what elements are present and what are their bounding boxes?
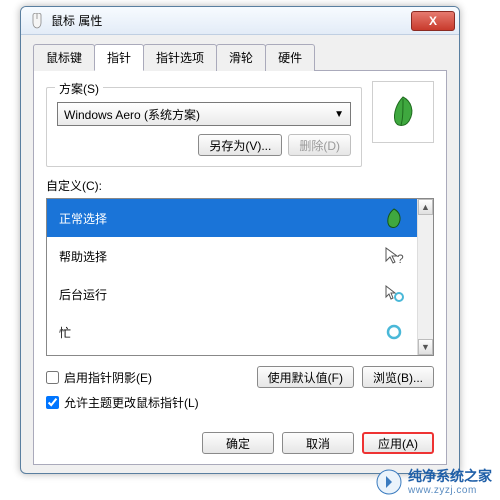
ok-button[interactable]: 确定 — [202, 432, 274, 454]
options-area: 启用指针阴影(E) 使用默认值(F) 浏览(B)... 允许主题更改鼠标指针(L… — [46, 366, 434, 411]
titlebar: 鼠标 属性 X — [21, 7, 459, 35]
use-defaults-button[interactable]: 使用默认值(F) — [257, 366, 354, 388]
tab-strip: 鼠标键 指针 指针选项 滑轮 硬件 — [33, 43, 447, 71]
cursor-listbox[interactable]: 正常选择 帮助选择 ? 后台运行 — [46, 198, 434, 356]
theme-checkbox[interactable]: 允许主题更改鼠标指针(L) — [46, 394, 434, 411]
scheme-select[interactable]: Windows Aero (系统方案) ▼ — [57, 102, 351, 126]
list-item-label: 忙 — [59, 324, 71, 341]
leaf-cursor-icon — [389, 95, 417, 129]
apply-button[interactable]: 应用(A) — [362, 432, 434, 454]
scheme-group-label: 方案(S) — [55, 80, 103, 97]
scheme-row: 方案(S) Windows Aero (系统方案) ▼ 另存为(V)... 删除… — [46, 81, 434, 167]
delete-button: 删除(D) — [288, 134, 351, 156]
theme-checkbox-label: 允许主题更改鼠标指针(L) — [64, 394, 199, 411]
tab-hardware[interactable]: 硬件 — [265, 44, 315, 71]
mouse-icon — [29, 13, 45, 29]
leaf-cursor-icon — [383, 207, 405, 229]
save-as-button[interactable]: 另存为(V)... — [198, 134, 282, 156]
scroll-up-button[interactable]: ▲ — [418, 199, 433, 215]
cursor-preview — [372, 81, 434, 143]
scheme-group: 方案(S) Windows Aero (系统方案) ▼ 另存为(V)... 删除… — [46, 87, 362, 167]
arrow-help-cursor-icon: ? — [383, 245, 405, 267]
watermark-logo-icon — [376, 469, 402, 495]
dialog-window: 鼠标 属性 X 鼠标键 指针 指针选项 滑轮 硬件 方案(S) Windows … — [20, 6, 460, 474]
tab-buttons[interactable]: 鼠标键 — [33, 44, 95, 71]
scheme-button-row: 另存为(V)... 删除(D) — [57, 134, 351, 156]
close-button[interactable]: X — [411, 11, 455, 31]
dialog-body: 鼠标键 指针 指针选项 滑轮 硬件 方案(S) Windows Aero (系统… — [21, 35, 459, 474]
shadow-checkbox-input[interactable] — [46, 371, 59, 384]
list-item-label: 后台运行 — [59, 286, 107, 303]
close-icon: X — [429, 14, 437, 28]
svg-text:?: ? — [397, 252, 404, 266]
scheme-select-value: Windows Aero (系统方案) — [64, 106, 200, 123]
tab-pointers[interactable]: 指针 — [94, 44, 144, 71]
watermark-url: www.zyzj.com — [408, 485, 492, 497]
watermark: 纯净系统之家 www.zyzj.com — [376, 468, 492, 496]
list-item-background[interactable]: 后台运行 — [47, 275, 417, 313]
tab-panel-pointers: 方案(S) Windows Aero (系统方案) ▼ 另存为(V)... 删除… — [33, 71, 447, 465]
browse-button[interactable]: 浏览(B)... — [362, 366, 434, 388]
list-item-label: 帮助选择 — [59, 248, 107, 265]
scrollbar[interactable]: ▲ ▼ — [417, 199, 433, 355]
theme-checkbox-input[interactable] — [46, 396, 59, 409]
list-item-help[interactable]: 帮助选择 ? — [47, 237, 417, 275]
list-item-busy[interactable]: 忙 — [47, 313, 417, 351]
dialog-footer: 确定 取消 应用(A) — [202, 432, 434, 454]
tab-pointer-options[interactable]: 指针选项 — [143, 44, 217, 71]
window-title: 鼠标 属性 — [51, 12, 411, 29]
shadow-checkbox[interactable]: 启用指针阴影(E) — [46, 369, 152, 386]
arrow-busy-cursor-icon — [383, 283, 405, 305]
list-item-normal[interactable]: 正常选择 — [47, 199, 417, 237]
list-viewport: 正常选择 帮助选择 ? 后台运行 — [47, 199, 417, 355]
cancel-button[interactable]: 取消 — [282, 432, 354, 454]
busy-cursor-icon — [383, 321, 405, 343]
scroll-down-button[interactable]: ▼ — [418, 339, 433, 355]
custom-label: 自定义(C): — [46, 177, 434, 194]
list-item-label: 正常选择 — [59, 210, 107, 227]
shadow-checkbox-label: 启用指针阴影(E) — [64, 369, 152, 386]
chevron-down-icon: ▼ — [334, 109, 344, 120]
tab-wheel[interactable]: 滑轮 — [216, 44, 266, 71]
watermark-title: 纯净系统之家 — [408, 468, 492, 484]
